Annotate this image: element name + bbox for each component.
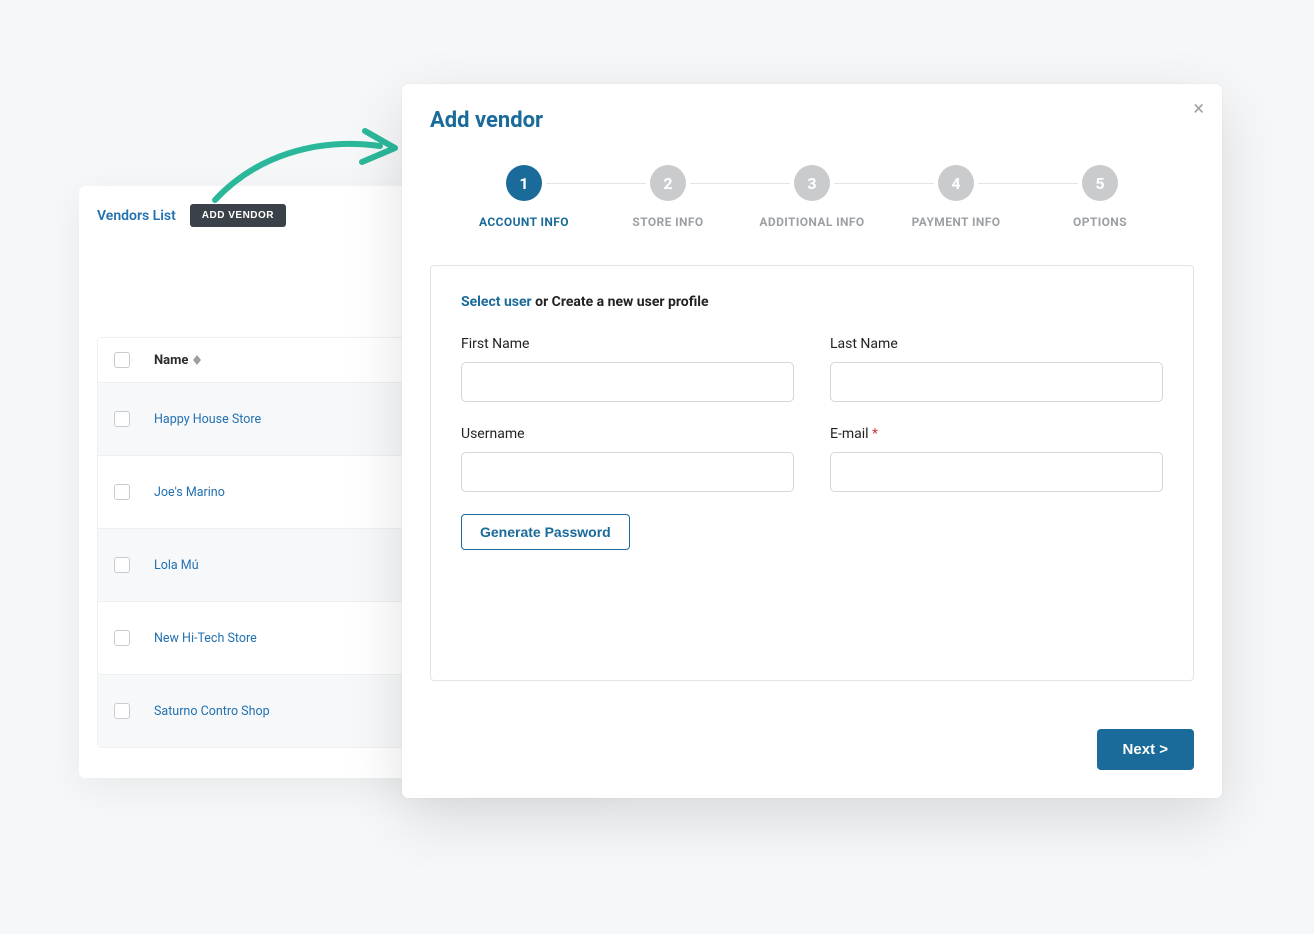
step-number: 5: [1082, 165, 1118, 201]
row-checkbox[interactable]: [114, 411, 130, 427]
step-label: STORE INFO: [632, 215, 703, 229]
last-name-label: Last Name: [830, 336, 1163, 352]
step-options[interactable]: 5 OPTIONS: [1028, 165, 1172, 229]
email-label-text: E-mail: [830, 426, 872, 442]
vendor-link[interactable]: Happy House Store: [154, 412, 261, 427]
name-column-header[interactable]: Name: [154, 353, 201, 368]
form-grid: First Name Last Name Username E-mail *: [461, 336, 1163, 492]
step-number: 1: [506, 165, 542, 201]
step-label: OPTIONS: [1073, 215, 1127, 229]
step-number: 3: [794, 165, 830, 201]
wizard-stepper: 1 ACCOUNT INFO 2 STORE INFO 3 ADDITIONAL…: [452, 165, 1172, 229]
step-payment-info[interactable]: 4 PAYMENT INFO: [884, 165, 1028, 229]
sort-icon: [193, 355, 201, 365]
step-account-info[interactable]: 1 ACCOUNT INFO: [452, 165, 596, 229]
select-user-link[interactable]: Select user: [461, 294, 532, 310]
step-label: PAYMENT INFO: [912, 215, 1001, 229]
form-intro: Select user or Create a new user profile: [461, 294, 1163, 310]
step-store-info[interactable]: 2 STORE INFO: [596, 165, 740, 229]
email-input[interactable]: [830, 452, 1163, 492]
account-info-form: Select user or Create a new user profile…: [430, 265, 1194, 681]
row-checkbox[interactable]: [114, 557, 130, 573]
step-label: ACCOUNT INFO: [479, 215, 569, 229]
username-label: Username: [461, 426, 794, 442]
row-checkbox[interactable]: [114, 703, 130, 719]
step-number: 4: [938, 165, 974, 201]
modal-title: Add vendor: [430, 108, 1194, 133]
vendors-list-title: Vendors List: [97, 208, 176, 224]
step-label: ADDITIONAL INFO: [759, 215, 864, 229]
intro-rest-text: or Create a new user profile: [532, 294, 709, 310]
required-asterisk: *: [872, 426, 878, 442]
step-connector: [978, 183, 1078, 184]
select-all-checkbox[interactable]: [114, 352, 130, 368]
step-connector: [546, 183, 646, 184]
username-field-wrapper: Username: [461, 426, 794, 492]
vendor-link[interactable]: Joe's Marino: [154, 485, 225, 500]
step-additional-info[interactable]: 3 ADDITIONAL INFO: [740, 165, 884, 229]
add-vendor-modal: × Add vendor 1 ACCOUNT INFO 2 STORE INFO…: [402, 84, 1222, 798]
last-name-field-wrapper: Last Name: [830, 336, 1163, 402]
row-checkbox[interactable]: [114, 484, 130, 500]
name-header-label: Name: [154, 353, 188, 368]
close-icon[interactable]: ×: [1193, 98, 1204, 118]
first-name-label: First Name: [461, 336, 794, 352]
vendor-link[interactable]: New Hi-Tech Store: [154, 631, 257, 646]
generate-password-button[interactable]: Generate Password: [461, 514, 630, 550]
email-label: E-mail *: [830, 426, 1163, 442]
step-connector: [834, 183, 934, 184]
email-field-wrapper: E-mail *: [830, 426, 1163, 492]
last-name-input[interactable]: [830, 362, 1163, 402]
vendor-link[interactable]: Saturno Contro Shop: [154, 704, 270, 719]
step-number: 2: [650, 165, 686, 201]
username-input[interactable]: [461, 452, 794, 492]
next-button[interactable]: Next >: [1097, 729, 1194, 770]
modal-footer: Next >: [430, 729, 1194, 770]
row-checkbox[interactable]: [114, 630, 130, 646]
vendor-link[interactable]: Lola Mú: [154, 558, 199, 573]
add-vendor-button[interactable]: ADD VENDOR: [190, 204, 286, 227]
first-name-field-wrapper: First Name: [461, 336, 794, 402]
first-name-input[interactable]: [461, 362, 794, 402]
step-connector: [690, 183, 790, 184]
